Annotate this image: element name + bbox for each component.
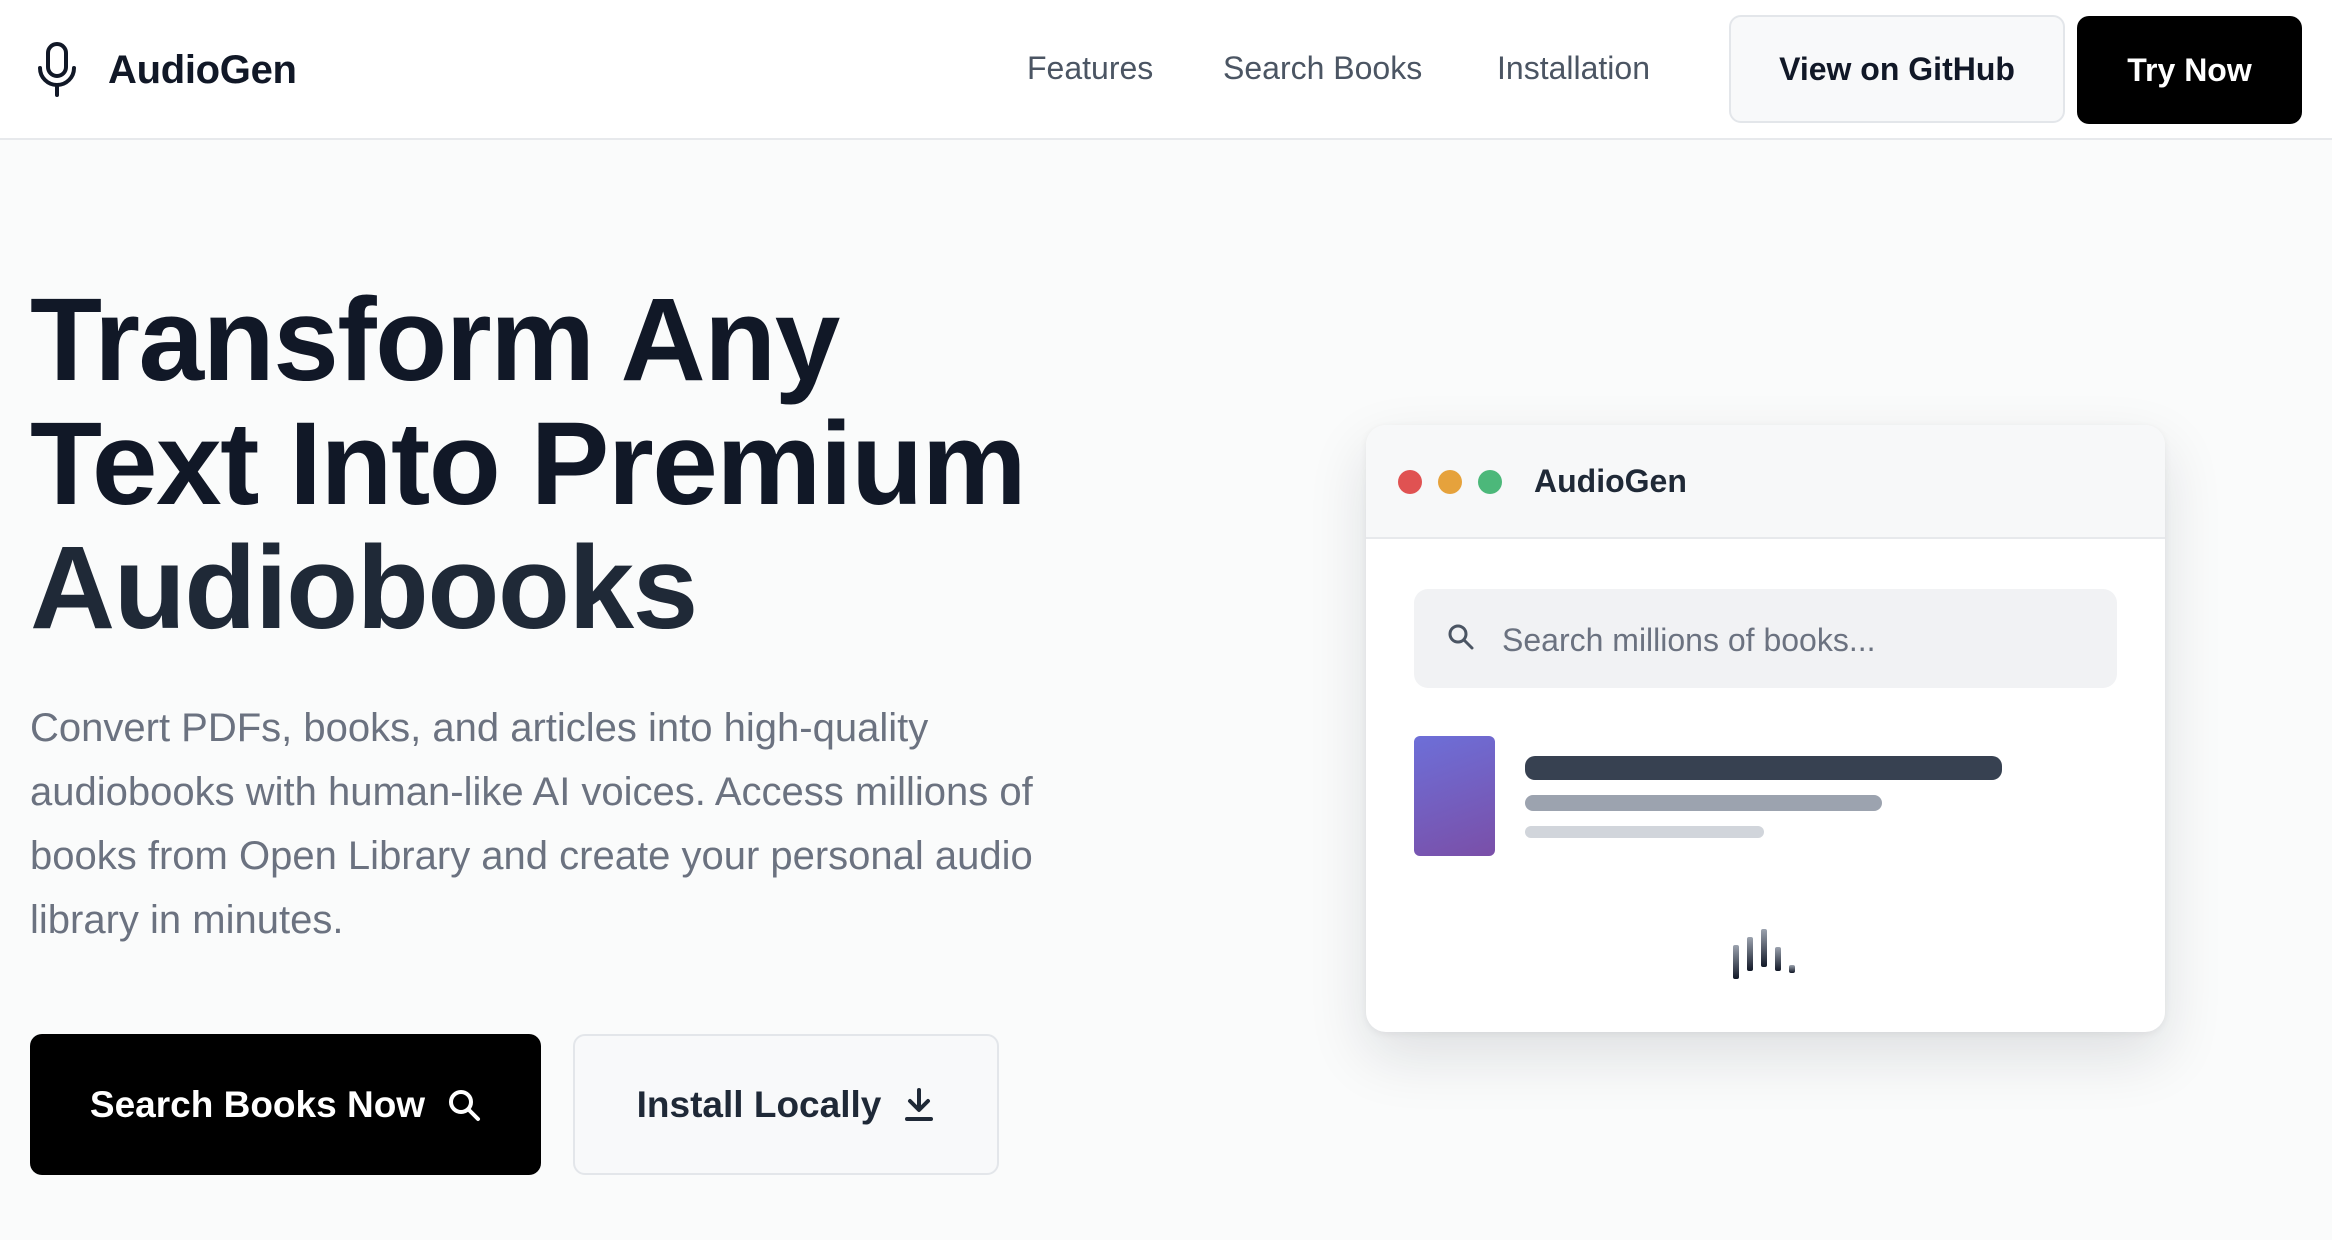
book-search-box[interactable] xyxy=(1414,589,2117,688)
microphone-icon xyxy=(38,42,76,97)
brand-name: AudioGen xyxy=(108,47,297,92)
book-cover-thumbnail xyxy=(1414,736,1495,856)
hero-title-line: Transform Any xyxy=(30,274,840,406)
hero-description: Convert PDFs, books, and articles into h… xyxy=(30,706,1033,942)
search-icon xyxy=(1448,624,1474,650)
hero-title: Transform Any Text Into Premium Audioboo… xyxy=(30,278,1130,650)
top-navigation: AudioGen Features Search Books Installat… xyxy=(0,0,2332,140)
brand-logo[interactable]: AudioGen xyxy=(36,42,297,98)
window-minimize-dot xyxy=(1438,470,1462,494)
book-author-skeleton xyxy=(1525,795,1882,811)
install-locally-button[interactable]: Install Locally xyxy=(573,1034,999,1175)
search-icon xyxy=(449,1089,481,1121)
nav-link-search-books[interactable]: Search Books xyxy=(1223,50,1422,87)
try-now-button[interactable]: Try Now xyxy=(2077,16,2302,124)
window-title-bar: AudioGen xyxy=(1366,425,2165,539)
hero-title-line: Audiobooks xyxy=(30,522,698,654)
window-title: AudioGen xyxy=(1534,463,1687,499)
nav-link-features[interactable]: Features xyxy=(1027,50,1153,87)
book-search-input[interactable] xyxy=(1500,611,2084,669)
window-close-dot xyxy=(1398,470,1422,494)
book-meta-skeleton xyxy=(1525,826,1764,838)
download-icon xyxy=(905,1087,934,1121)
search-books-now-button[interactable]: Search Books Now xyxy=(30,1034,541,1175)
search-books-now-label: Search Books Now xyxy=(89,1083,426,1125)
app-preview-window: AudioGen xyxy=(1366,425,2165,1032)
audio-wave-icon xyxy=(1733,929,1795,979)
install-locally-label: Install Locally xyxy=(636,1083,882,1125)
hero-title-line: Text Into Premium xyxy=(30,398,1027,530)
book-title-skeleton xyxy=(1525,756,2002,780)
nav-link-installation[interactable]: Installation xyxy=(1497,50,1650,87)
window-maximize-dot xyxy=(1478,470,1502,494)
view-on-github-button[interactable]: View on GitHub xyxy=(1729,15,2065,123)
